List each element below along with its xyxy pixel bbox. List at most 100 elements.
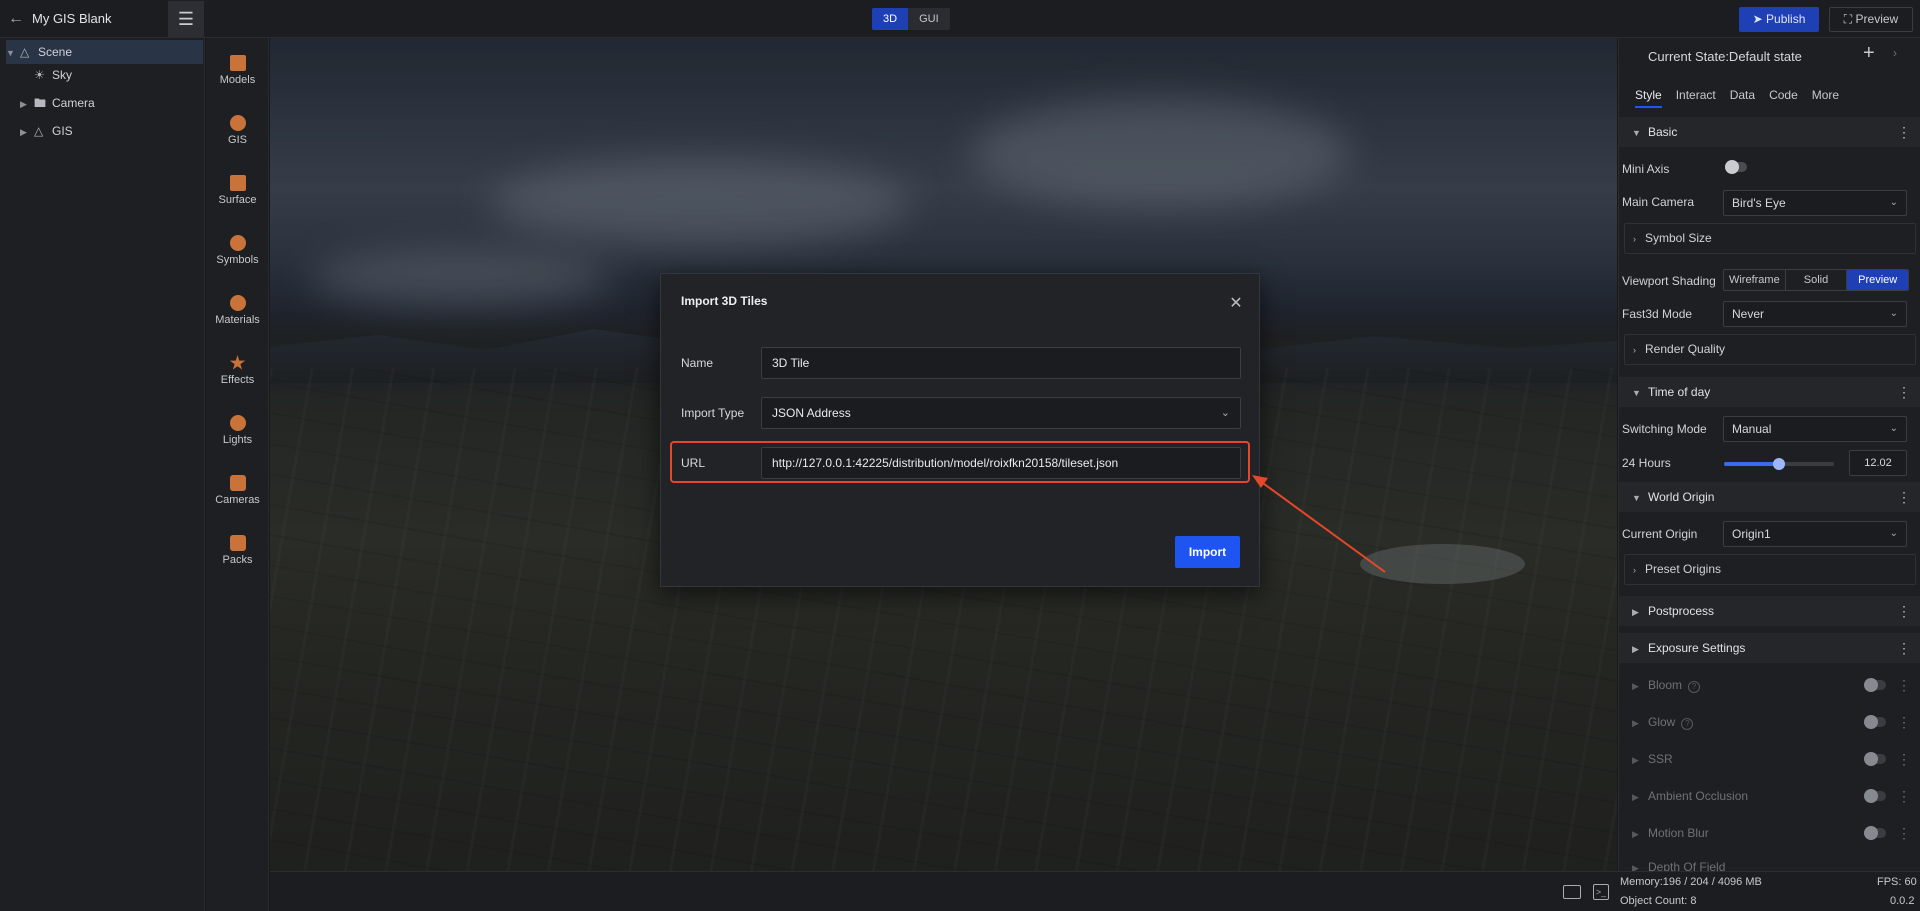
symbol-size-group[interactable]: › Symbol Size [1624, 223, 1916, 254]
tool-surface[interactable]: Surface [206, 163, 269, 213]
viewport-shading-segmented: Wireframe Solid Preview [1723, 269, 1909, 291]
caret-right-icon[interactable]: ▶ [20, 120, 34, 144]
chevron-right-icon: ▶ [1632, 755, 1639, 765]
tool-symbols[interactable]: Symbols [206, 223, 269, 273]
section-title: Postprocess [1648, 604, 1715, 618]
ambient-occlusion-toggle[interactable] [1864, 789, 1886, 803]
more-icon[interactable]: ⋮ [1897, 633, 1911, 663]
tree-item-label: Sky [52, 68, 73, 82]
menu-button[interactable]: ☰ [168, 1, 204, 37]
section-title: World Origin [1648, 490, 1715, 504]
tool-label: Models [219, 74, 256, 86]
more-icon[interactable]: ⋮ [1897, 482, 1911, 512]
effect-glow[interactable]: ▶ Glow? ⋮ [1619, 707, 1920, 737]
app-title: My GIS Blank [32, 11, 112, 26]
chevron-right-icon: ▶ [1632, 863, 1639, 871]
tool-lights[interactable]: Lights [206, 403, 269, 453]
effect-ssr[interactable]: ▶ SSR ⋮ [1619, 744, 1920, 774]
main-camera-select[interactable]: Bird's Eye ⌄ [1723, 190, 1907, 216]
tab-style[interactable]: Style [1635, 88, 1662, 108]
import-type-select[interactable]: JSON Address ⌄ [761, 397, 1241, 429]
mini-axis-toggle[interactable] [1725, 160, 1747, 174]
tool-materials[interactable]: Materials [206, 283, 269, 333]
send-icon: ➤ [1752, 12, 1767, 26]
caret-down-icon[interactable]: ▼ [6, 41, 20, 65]
tool-effects[interactable]: Effects [206, 343, 269, 393]
effect-ambient-occlusion[interactable]: ▶ Ambient Occlusion ⋮ [1619, 781, 1920, 811]
more-icon[interactable]: ⋮ [1897, 818, 1911, 848]
switching-mode-label: Switching Mode [1622, 422, 1707, 436]
slider-knob[interactable] [1773, 458, 1785, 470]
chevron-down-icon: ⌄ [1889, 197, 1898, 208]
ssr-toggle[interactable] [1864, 752, 1886, 766]
hours-value[interactable]: 12.02 [1849, 450, 1907, 476]
preset-origins-group[interactable]: › Preset Origins [1624, 554, 1916, 585]
viewport-shading-label: Viewport Shading [1622, 274, 1716, 288]
tool-label: Lights [222, 434, 253, 446]
section-basic[interactable]: ▼ Basic ⋮ [1619, 117, 1920, 147]
add-state-icon[interactable]: + [1863, 42, 1875, 65]
mode-tab-gui[interactable]: GUI [908, 8, 950, 30]
section-exposure[interactable]: ▶ Exposure Settings ⋮ [1619, 633, 1920, 663]
effect-bloom[interactable]: ▶ Bloom? ⋮ [1619, 670, 1920, 700]
tree-item-camera[interactable]: ▶ 🖿 Camera [20, 91, 203, 115]
shading-preview[interactable]: Preview [1847, 270, 1908, 290]
caret-right-icon[interactable]: ▶ [20, 92, 34, 116]
close-icon[interactable]: ✕ [1228, 296, 1244, 312]
back-arrow-icon[interactable]: ← [8, 10, 26, 28]
tool-packs[interactable]: Packs [206, 523, 269, 573]
more-icon[interactable]: ⋮ [1897, 744, 1911, 774]
more-icon[interactable]: ⋮ [1897, 377, 1911, 407]
tab-more[interactable]: More [1812, 88, 1839, 108]
tab-code[interactable]: Code [1769, 88, 1798, 108]
section-time-of-day[interactable]: ▼ Time of day ⋮ [1619, 377, 1920, 407]
glow-toggle[interactable] [1864, 715, 1886, 729]
render-quality-group[interactable]: › Render Quality [1624, 334, 1916, 365]
tool-cameras[interactable]: Cameras [206, 463, 269, 513]
tree-item-scene[interactable]: ▼ △ Scene [6, 40, 203, 64]
hours-label: 24 Hours [1622, 456, 1671, 470]
motion-blur-toggle[interactable] [1864, 826, 1886, 840]
switching-mode-select[interactable]: Manual ⌄ [1723, 416, 1907, 442]
shading-solid[interactable]: Solid [1786, 270, 1848, 290]
hours-slider[interactable] [1724, 458, 1834, 470]
chevron-right-icon[interactable]: › [1893, 46, 1897, 60]
section-postprocess[interactable]: ▶ Postprocess ⋮ [1619, 596, 1920, 626]
section-world-origin[interactable]: ▼ World Origin ⋮ [1619, 482, 1920, 512]
more-icon[interactable]: ⋮ [1897, 596, 1911, 626]
select-value: Manual [1732, 422, 1772, 436]
tool-models[interactable]: Models [206, 43, 269, 93]
preview-button[interactable]: ⛶ Preview [1829, 7, 1913, 32]
effect-depth-of-field[interactable]: ▶ Depth Of Field [1619, 852, 1920, 871]
tree-item-label: Camera [52, 96, 95, 110]
effect-motion-blur[interactable]: ▶ Motion Blur ⋮ [1619, 818, 1920, 848]
fullscreen-icon: ⛶ [1843, 12, 1856, 26]
help-icon[interactable]: ? [1681, 718, 1694, 730]
publish-button[interactable]: ➤ Publish [1739, 7, 1819, 32]
url-input[interactable]: http://127.0.0.1:42225/distribution/mode… [761, 447, 1241, 479]
chevron-right-icon: ▶ [1632, 681, 1639, 691]
tree-item-gis[interactable]: ▶ △ GIS [20, 119, 203, 143]
terminal-icon[interactable]: >_ [1593, 884, 1609, 900]
tool-label: Cameras [215, 494, 260, 506]
import-button[interactable]: Import [1175, 536, 1240, 568]
more-icon[interactable]: ⋮ [1897, 707, 1911, 737]
current-origin-select[interactable]: Origin1 ⌄ [1723, 521, 1907, 547]
keyboard-icon[interactable] [1563, 885, 1581, 899]
tool-gis[interactable]: GIS [206, 103, 269, 153]
mode-tab-3d[interactable]: 3D [872, 8, 909, 30]
slider-fill [1724, 462, 1779, 466]
chevron-right-icon: › [1633, 234, 1636, 244]
fast3d-select[interactable]: Never ⌄ [1723, 301, 1907, 327]
more-icon[interactable]: ⋮ [1897, 670, 1911, 700]
section-title: Exposure Settings [1648, 641, 1746, 655]
tab-data[interactable]: Data [1730, 88, 1755, 108]
tree-item-sky[interactable]: ☀ Sky [20, 63, 203, 87]
shading-wireframe[interactable]: Wireframe [1724, 270, 1786, 290]
help-icon[interactable]: ? [1688, 681, 1701, 693]
more-icon[interactable]: ⋮ [1897, 117, 1911, 147]
name-input[interactable]: 3D Tile [761, 347, 1241, 379]
bloom-toggle[interactable] [1864, 678, 1886, 692]
tab-interact[interactable]: Interact [1676, 88, 1716, 108]
more-icon[interactable]: ⋮ [1897, 781, 1911, 811]
